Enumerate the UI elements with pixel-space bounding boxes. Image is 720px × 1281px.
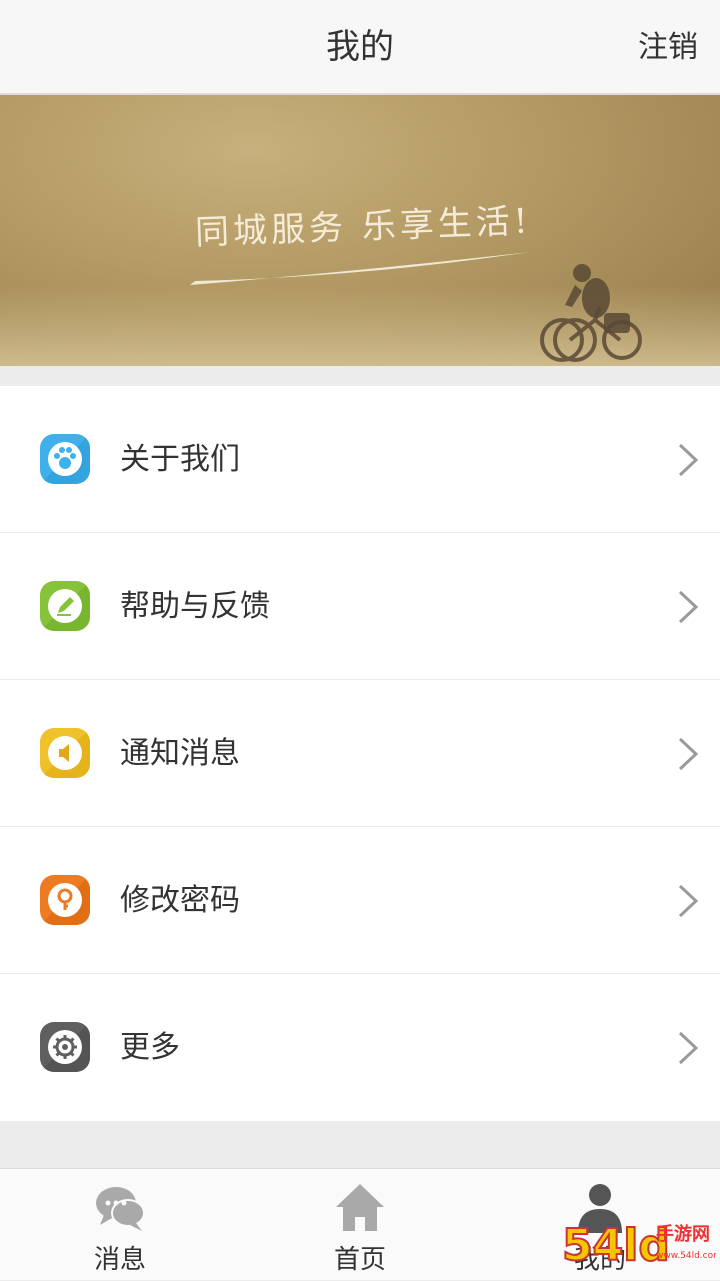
svg-text:手游网: 手游网 <box>656 1223 710 1245</box>
menu-item-notifications[interactable]: 通知消息 <box>0 680 720 827</box>
chat-icon <box>96 1187 145 1231</box>
menu-item-label: 更多 <box>120 1030 180 1065</box>
menu-item-label: 帮助与反馈 <box>120 589 270 624</box>
chevron-right-icon <box>678 443 699 477</box>
menu-item-change-password[interactable]: 修改密码 <box>0 827 720 974</box>
chevron-right-icon <box>678 884 699 918</box>
svg-text:54ld: 54ld <box>562 1220 670 1271</box>
tab-messages[interactable]: 消息 <box>0 1169 240 1281</box>
menu-item-label: 修改密码 <box>120 883 240 918</box>
chevron-right-icon <box>678 590 699 624</box>
brush-stroke <box>190 252 530 285</box>
gear-icon <box>40 1022 90 1072</box>
tab-home[interactable]: 首页 <box>240 1169 480 1281</box>
home-icon <box>336 1184 384 1231</box>
speaker-icon <box>40 728 90 778</box>
menu-item-label: 关于我们 <box>120 442 240 477</box>
menu-list: 关于我们 帮助与反馈 通知消息 修改密码 更多 <box>0 386 720 1121</box>
banner: 同城服务 乐享生活! <box>0 95 720 366</box>
menu-item-help-feedback[interactable]: 帮助与反馈 <box>0 533 720 680</box>
paw-icon <box>40 434 90 484</box>
chevron-right-icon <box>678 737 699 771</box>
tab-label: 消息 <box>93 1245 146 1275</box>
menu-item-more[interactable]: 更多 <box>0 974 720 1121</box>
watermark-logo: 54ld 手游网 www.54ld.com.cn <box>561 1219 716 1272</box>
chevron-right-icon <box>678 1031 699 1065</box>
pencil-icon <box>40 581 90 631</box>
logout-button[interactable]: 注销 <box>638 0 698 95</box>
svg-text:www.54ld.com.cn: www.54ld.com.cn <box>656 1251 716 1261</box>
banner-illustration <box>190 252 642 362</box>
menu-item-label: 通知消息 <box>120 736 240 771</box>
menu-item-about[interactable]: 关于我们 <box>0 386 720 533</box>
page-title: 我的 <box>326 27 394 67</box>
top-bar: 我的 注销 <box>0 0 720 95</box>
tab-label: 首页 <box>333 1245 386 1275</box>
key-icon <box>40 875 90 925</box>
